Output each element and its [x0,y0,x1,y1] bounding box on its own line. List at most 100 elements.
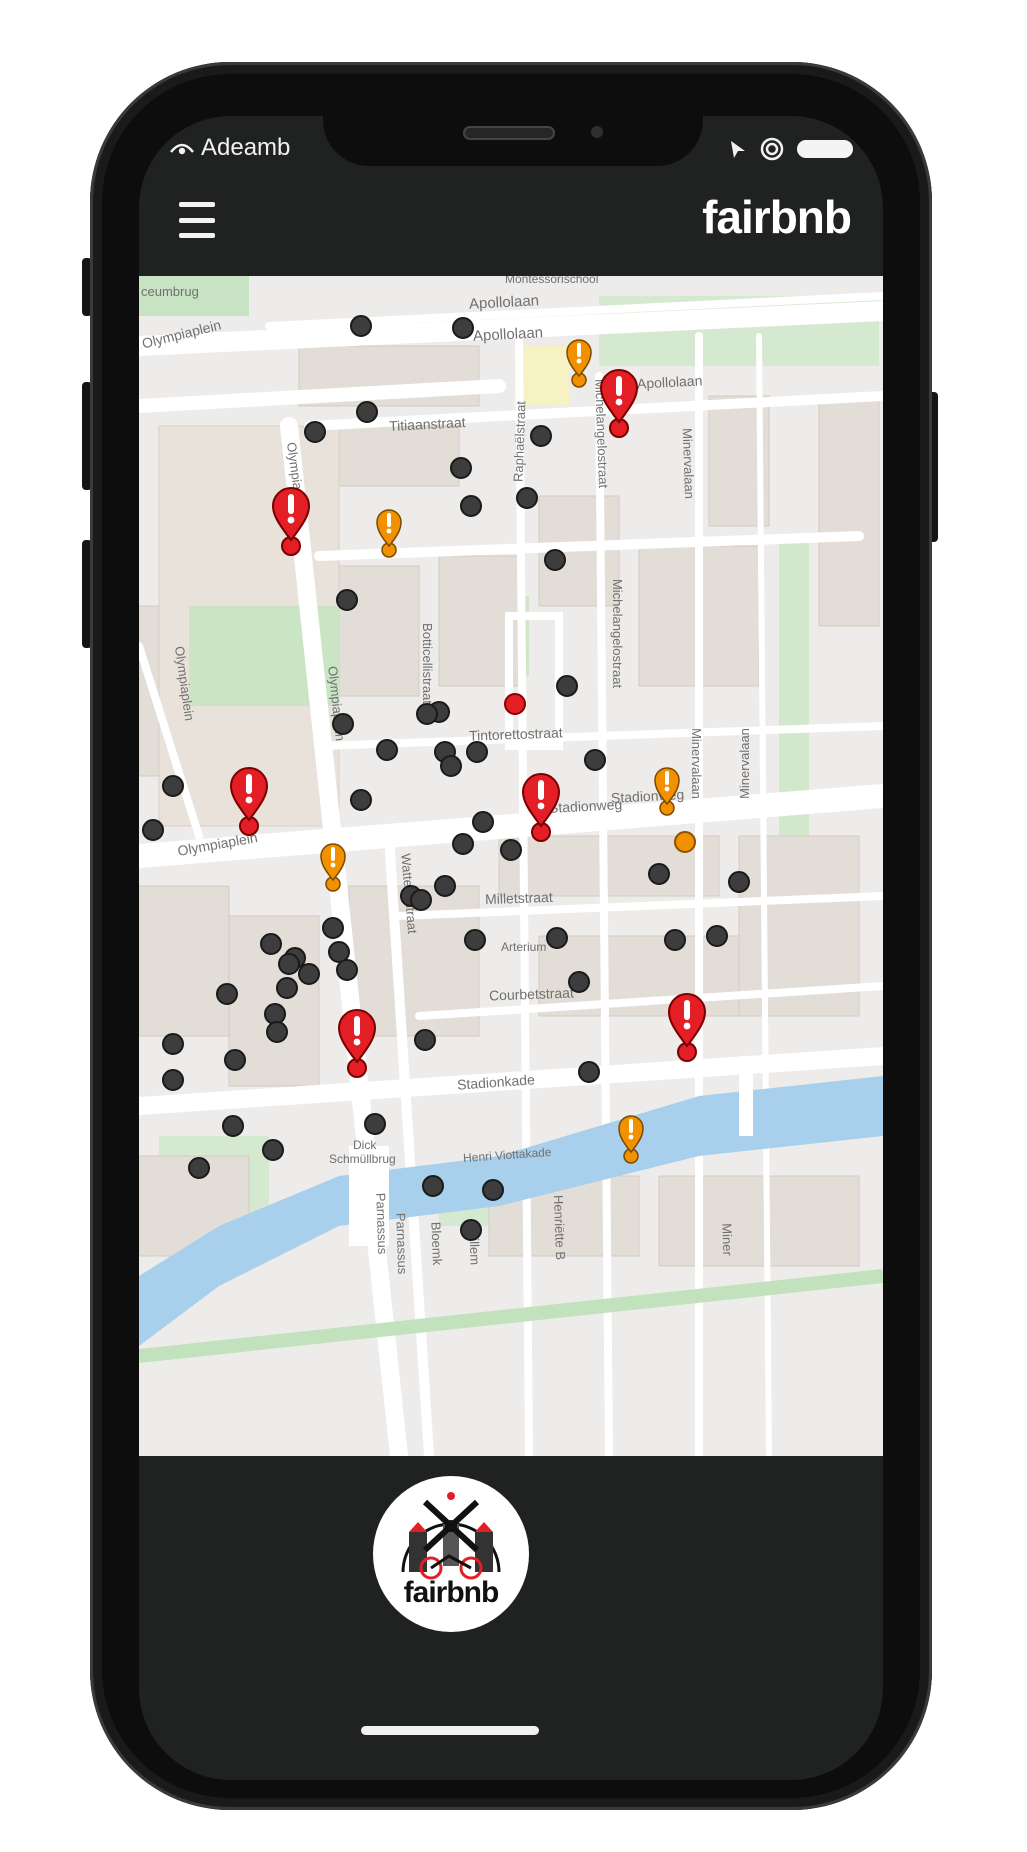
listing-marker[interactable] [472,811,494,833]
listing-marker[interactable] [706,925,728,947]
listing-marker[interactable] [222,1115,244,1137]
flagged-listing-marker[interactable] [504,693,526,715]
listing-marker[interactable] [298,963,320,985]
listing-marker[interactable] [414,1029,436,1051]
red-alert-pin[interactable] [521,772,561,844]
street-label: Dick [353,1138,377,1152]
listing-marker[interactable] [266,1021,288,1043]
street-label: ceumbrug [141,284,199,299]
battery-icon [797,140,853,158]
phone-notch [323,116,703,166]
status-icons [729,136,853,162]
hamburger-menu-button[interactable] [179,202,215,238]
listing-marker[interactable] [422,1175,444,1197]
listing-marker[interactable] [278,953,300,975]
street-label: Schmüllbrug [329,1152,396,1166]
listing-marker[interactable] [350,789,372,811]
fairbnb-logo-button[interactable]: fairbnb [373,1476,529,1632]
listing-marker[interactable] [530,425,552,447]
orange-warning-pin[interactable] [565,338,593,390]
listing-marker[interactable] [336,589,358,611]
red-alert-pin[interactable] [337,1008,377,1080]
listing-marker[interactable] [482,1179,504,1201]
listing-marker[interactable] [356,401,378,423]
listing-marker[interactable] [544,549,566,571]
menu-line-icon [179,217,215,223]
street-label: Minervalaan [688,728,704,799]
listing-marker[interactable] [188,1157,210,1179]
listing-marker[interactable] [336,959,358,981]
listing-marker[interactable] [410,889,432,911]
front-camera [591,126,603,138]
listing-marker[interactable] [584,749,606,771]
street-label: Michelangelostraat [610,578,626,689]
street-label: Miner [719,1222,736,1257]
carrier-label: Adeamb [169,134,290,162]
street-label: Arterium [501,940,547,954]
location-arrow-icon [731,141,745,158]
street-label: Montessorischool [505,276,599,286]
listing-marker[interactable] [728,871,750,893]
carrier-name: Adeamb [201,134,291,161]
street-label: Minervalaan [736,728,752,799]
listing-marker[interactable] [162,775,184,797]
listing-marker[interactable] [450,457,472,479]
listing-marker[interactable] [464,929,486,951]
logo-wordmark: fairbnb [403,1576,500,1609]
listing-marker[interactable] [434,875,456,897]
orange-warning-pin[interactable] [653,766,681,818]
listing-marker[interactable] [142,819,164,841]
listing-marker[interactable] [276,977,298,999]
listing-marker[interactable] [500,839,522,861]
listing-marker[interactable] [350,315,372,337]
listing-marker[interactable] [364,1113,386,1135]
listing-marker[interactable] [162,1033,184,1055]
orange-warning-pin[interactable] [617,1114,645,1166]
listing-marker[interactable] [376,739,398,761]
street-label: Milletstraat [484,888,553,908]
listing-marker[interactable] [332,713,354,735]
street-label: Minervalaan [679,427,698,500]
listing-marker[interactable] [516,487,538,509]
red-alert-pin[interactable] [667,992,707,1064]
listing-marker[interactable] [216,983,238,1005]
map-view[interactable]: ceumbrug Montessorischool Apollolaan Apo… [139,276,883,1456]
street-label: Raphaëlstraat [510,400,529,483]
brand-logo: fairbnb [702,191,852,243]
listing-marker[interactable] [460,495,482,517]
street-label: Tintorettostraat [468,724,563,744]
listing-marker[interactable] [568,971,590,993]
listing-marker[interactable] [304,421,326,443]
street-label: Henriëtte B [550,1194,569,1261]
listing-marker[interactable] [546,927,568,949]
windmill-city-icon [401,1492,501,1580]
warning-listing-marker[interactable] [674,831,696,853]
listing-marker[interactable] [460,1219,482,1241]
listing-marker[interactable] [260,933,282,955]
red-alert-pin[interactable] [599,368,639,440]
orange-warning-pin[interactable] [375,508,403,560]
listing-marker[interactable] [648,863,670,885]
listing-marker[interactable] [224,1049,246,1071]
listing-marker[interactable] [322,917,344,939]
red-alert-pin[interactable] [229,766,269,838]
listing-marker[interactable] [452,317,474,339]
street-label: Courbetstraat [488,984,575,1004]
menu-line-icon [179,202,215,207]
listing-marker[interactable] [466,741,488,763]
listing-marker[interactable] [162,1069,184,1091]
listing-marker[interactable] [556,675,578,697]
speaker-grille [463,126,555,140]
listing-marker[interactable] [664,929,686,951]
orange-warning-pin[interactable] [319,842,347,894]
listing-marker[interactable] [262,1139,284,1161]
listing-marker[interactable] [416,703,438,725]
street-label: Parnassus [373,1192,391,1255]
phone-screen: Adeamb fairbnb ceumbrug Montessorischool… [139,116,883,1780]
red-alert-pin[interactable] [271,486,311,558]
home-indicator[interactable] [361,1726,539,1735]
listing-marker[interactable] [452,833,474,855]
listing-marker[interactable] [440,755,462,777]
listing-marker[interactable] [578,1061,600,1083]
street-label: Botticellistraat [419,623,435,704]
